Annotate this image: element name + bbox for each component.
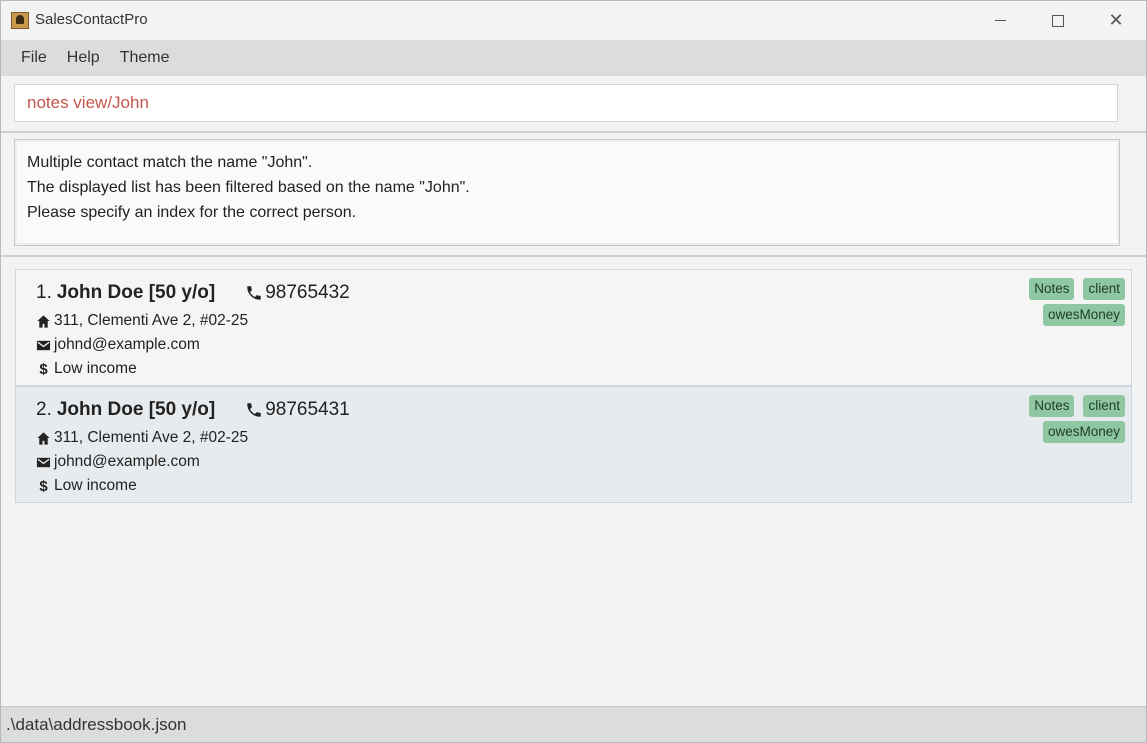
- contact-phone: 98765432: [245, 282, 350, 304]
- contact-list: 1. John Doe [50 y/o] 98765432 311, Cleme…: [15, 269, 1132, 503]
- menu-bar: File Help Theme: [1, 40, 1146, 76]
- tag-group: Notes client owesMoney: [1015, 395, 1125, 443]
- tag-client: client: [1083, 395, 1125, 417]
- contact-address: 311, Clementi Ave 2, #02-25: [36, 429, 248, 447]
- phone-icon: [247, 403, 261, 417]
- tag-notes: Notes: [1029, 278, 1075, 300]
- result-line: Multiple contact match the name "John".: [27, 154, 313, 171]
- income-text: Low income: [54, 360, 137, 377]
- contact-card[interactable]: 2. John Doe [50 y/o] 98765431 311, Cleme…: [15, 386, 1132, 503]
- email-text: johnd@example.com: [54, 336, 200, 353]
- tag-owes-money: owesMoney: [1042, 421, 1125, 443]
- contact-name: John Doe [50 y/o]: [56, 282, 216, 303]
- contact-income: $ Low income: [36, 360, 137, 378]
- maximize-button[interactable]: [1029, 1, 1087, 40]
- contact-email: johnd@example.com: [36, 336, 200, 354]
- result-line: The displayed list has been filtered bas…: [27, 179, 470, 196]
- dollar-icon: $: [39, 360, 48, 378]
- minimize-button[interactable]: [971, 1, 1029, 40]
- income-text: Low income: [54, 477, 137, 494]
- contact-card[interactable]: 1. John Doe [50 y/o] 98765432 311, Cleme…: [15, 269, 1132, 386]
- mail-icon: [36, 340, 51, 350]
- command-box-area: [1, 76, 1146, 133]
- phone-number: 98765431: [265, 399, 350, 420]
- address-text: 311, Clementi Ave 2, #02-25: [54, 429, 249, 446]
- command-input[interactable]: [14, 84, 1118, 122]
- phone-number: 98765432: [265, 282, 350, 303]
- contact-address: 311, Clementi Ave 2, #02-25: [36, 312, 248, 330]
- home-icon: [37, 314, 50, 328]
- close-icon: ✕: [1108, 10, 1124, 30]
- tag-owes-money: owesMoney: [1042, 304, 1125, 326]
- save-file-path: .\data\addressbook.json: [6, 715, 187, 734]
- status-bar: .\data\addressbook.json: [1, 706, 1146, 742]
- result-display[interactable]: Multiple contact match the name "John". …: [14, 139, 1120, 246]
- contact-header: 2. John Doe [50 y/o] 98765431: [36, 399, 350, 421]
- email-text: johnd@example.com: [54, 453, 200, 470]
- app-window: SalesContactPro ✕ File Help Theme Multip…: [0, 0, 1147, 743]
- result-line: Please specify an index for the correct …: [27, 204, 357, 221]
- menu-file[interactable]: File: [11, 49, 57, 67]
- contact-header: 1. John Doe [50 y/o] 98765432: [36, 282, 350, 304]
- result-display-area: Multiple contact match the name "John". …: [1, 133, 1146, 257]
- contact-phone: 98765431: [245, 399, 350, 421]
- contact-index: 2.: [36, 399, 52, 420]
- title-bar: SalesContactPro ✕: [1, 1, 1146, 40]
- contact-index: 1.: [36, 282, 52, 303]
- window-title: SalesContactPro: [35, 11, 148, 28]
- contact-email: johnd@example.com: [36, 453, 200, 471]
- tag-client: client: [1083, 278, 1125, 300]
- contact-name: John Doe [50 y/o]: [56, 399, 216, 420]
- minimize-icon: [994, 20, 1006, 21]
- phone-icon: [247, 286, 261, 300]
- tag-notes: Notes: [1029, 395, 1075, 417]
- maximize-icon: [1052, 14, 1064, 27]
- contact-income: $ Low income: [36, 477, 137, 495]
- close-button[interactable]: ✕: [1087, 1, 1145, 40]
- tag-group: Notes client owesMoney: [1015, 278, 1125, 326]
- address-text: 311, Clementi Ave 2, #02-25: [54, 312, 249, 329]
- mail-icon: [36, 457, 51, 467]
- app-contact-icon: [11, 12, 29, 29]
- dollar-icon: $: [39, 477, 48, 495]
- home-icon: [37, 431, 50, 445]
- menu-help[interactable]: Help: [57, 49, 110, 67]
- menu-theme[interactable]: Theme: [110, 49, 180, 67]
